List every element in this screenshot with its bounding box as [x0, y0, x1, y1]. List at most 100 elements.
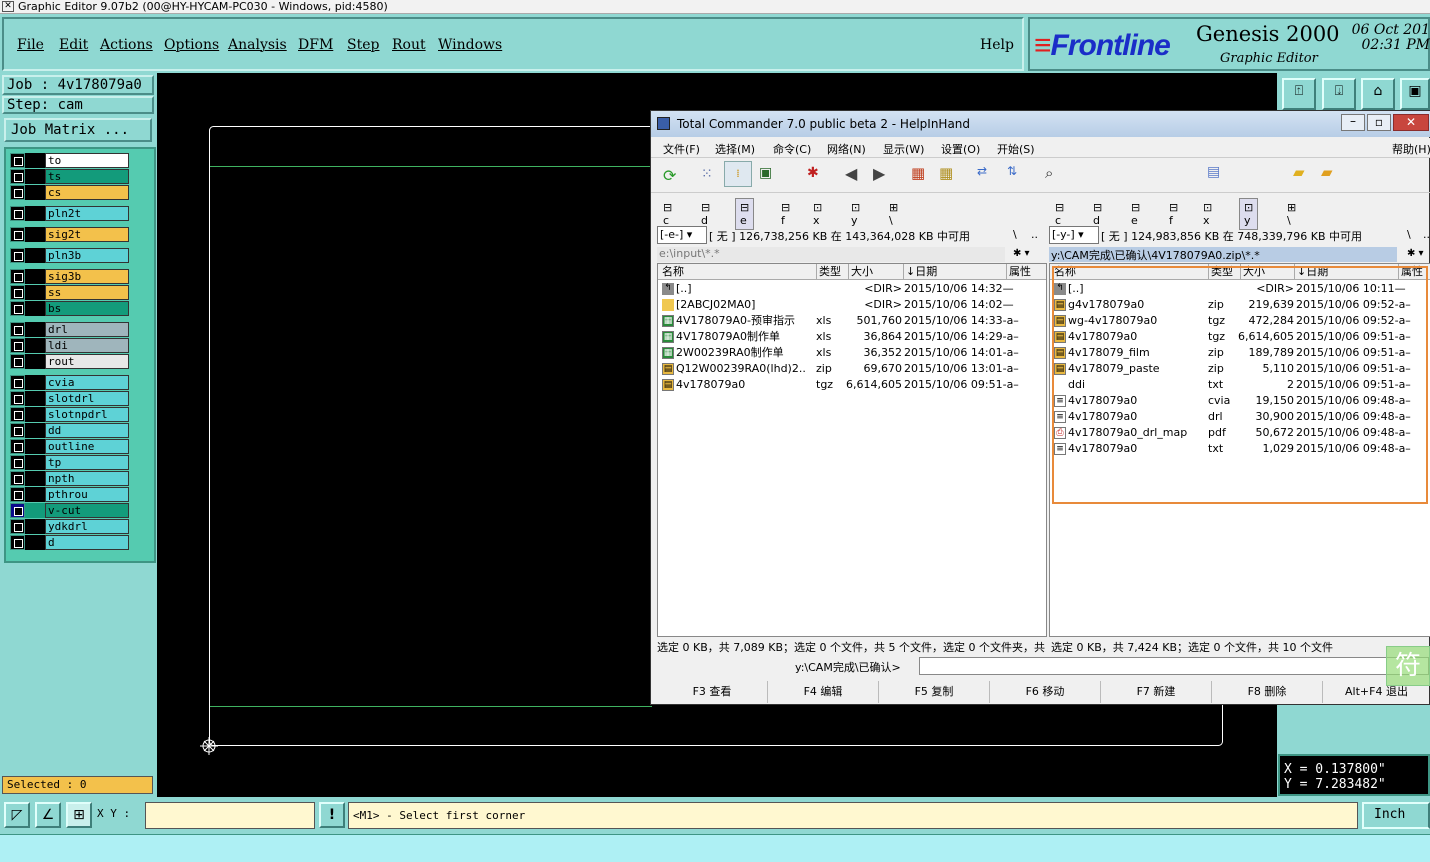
- f8-delete-button[interactable]: F8 删除: [1212, 681, 1323, 703]
- file-row[interactable]: ⎙ 4v178079a0_drl_map pdf 50,672 2015/10/06 0…: [1050, 425, 1430, 441]
- layer-row[interactable]: cvia: [10, 375, 129, 390]
- menu-analysis[interactable]: Analysis: [228, 37, 287, 53]
- layer-affected-toggle[interactable]: [25, 227, 45, 242]
- drive-c-right[interactable]: ⊟ c: [1055, 201, 1064, 227]
- layer-name[interactable]: ydkdrl: [45, 519, 129, 534]
- close-button[interactable]: ✕: [1393, 114, 1429, 131]
- layer-checkbox[interactable]: [10, 535, 25, 550]
- layer-name[interactable]: sig2t: [45, 227, 129, 242]
- right-drive-select[interactable]: [-y-] ▾: [1049, 226, 1099, 244]
- left-up-button[interactable]: ..: [1031, 228, 1038, 241]
- file-row[interactable]: ≡ 4v178079a0 drl 30,900 2015/10/06 09:48-a–: [1050, 409, 1430, 425]
- layer-affected-toggle[interactable]: [25, 455, 45, 470]
- forward-icon[interactable]: ▶: [873, 164, 885, 183]
- layer-name[interactable]: cs: [45, 185, 129, 200]
- layer-name[interactable]: sig3b: [45, 269, 129, 284]
- layer-checkbox[interactable]: [10, 471, 25, 486]
- f5-copy-button[interactable]: F5 复制: [879, 681, 990, 703]
- layer-name[interactable]: slotdrl: [45, 391, 129, 406]
- layer-checkbox[interactable]: [10, 338, 25, 353]
- left-file-pane[interactable]: 名称 类型 大小 ↓日期 属性 ↰ [..] <DIR> 2015/10/06 14:…: [657, 263, 1047, 637]
- file-row[interactable]: ▦ 4V178079A0制作单 xls 36,864 2015/10/06 14:29-…: [658, 329, 1046, 345]
- tc-menu-file[interactable]: 文件(F): [663, 141, 700, 157]
- layer-checkbox[interactable]: [10, 269, 25, 284]
- layer-checkbox[interactable]: [10, 206, 25, 221]
- col-size[interactable]: 大小: [848, 264, 873, 279]
- layer-affected-toggle[interactable]: [25, 153, 45, 168]
- file-row[interactable]: ▤ g4v178079a0 zip 219,639 2015/10/06 09:52-a…: [1050, 297, 1430, 313]
- file-row[interactable]: ▤ 4v178079a0 tgz 6,614,605 2015/10/06 09:51-…: [658, 377, 1046, 393]
- left-path[interactable]: e:\input\*.*: [657, 247, 1005, 262]
- file-row[interactable]: ▤ wg-4v178079a0 tgz 472,284 2015/10/06 09:52…: [1050, 313, 1430, 329]
- menu-options[interactable]: Options: [164, 37, 219, 53]
- f7-new-button[interactable]: F7 新建: [1101, 681, 1212, 703]
- menu-rout[interactable]: Rout: [392, 37, 426, 53]
- job-matrix-button[interactable]: Job Matrix ...: [4, 118, 152, 142]
- layer-affected-toggle[interactable]: [25, 519, 45, 534]
- col-type[interactable]: 类型: [816, 264, 841, 279]
- minimize-button[interactable]: –: [1341, 114, 1365, 131]
- file-row[interactable]: ▤ 4v178079_paste zip 5,110 2015/10/06 09:51-…: [1050, 361, 1430, 377]
- file-row[interactable]: ▦ 2W00239RA0制作单 xls 36,352 2015/10/06 14:01-…: [658, 345, 1046, 361]
- layer-checkbox[interactable]: [10, 407, 25, 422]
- thumbnail-icon[interactable]: ▣: [759, 165, 772, 181]
- layer-checkbox[interactable]: [10, 354, 25, 369]
- layer-affected-toggle[interactable]: [25, 503, 45, 518]
- tc-menu-command[interactable]: 命令(C): [773, 141, 811, 157]
- layer-affected-toggle[interactable]: [25, 471, 45, 486]
- alert-icon[interactable]: !: [319, 802, 345, 828]
- menu-file[interactable]: File: [17, 37, 44, 53]
- tc-menu-settings[interactable]: 设置(O): [941, 141, 980, 157]
- snap-icon[interactable]: ◸: [4, 802, 30, 828]
- notepad-icon[interactable]: ▤: [1207, 164, 1220, 180]
- layer-affected-toggle[interactable]: [25, 338, 45, 353]
- right-filter-icon[interactable]: ✱ ▾: [1407, 248, 1424, 259]
- col-attr[interactable]: 属性: [1398, 264, 1423, 279]
- layer-checkbox[interactable]: [10, 185, 25, 200]
- command-line-input[interactable]: [919, 657, 1429, 675]
- layer-name[interactable]: bs: [45, 301, 129, 316]
- layer-checkbox[interactable]: [10, 375, 25, 390]
- ime-badge[interactable]: 符: [1386, 646, 1430, 686]
- layer-row[interactable]: ydkdrl: [10, 519, 129, 534]
- col-attr[interactable]: 属性: [1006, 264, 1031, 279]
- menu-edit[interactable]: Edit: [59, 37, 88, 53]
- drive-c-left[interactable]: ⊟ c: [663, 201, 672, 227]
- total-commander-window[interactable]: Total Commander 7.0 public beta 2 - Help…: [650, 110, 1430, 705]
- search-icon[interactable]: ⌕: [1045, 164, 1053, 182]
- left-root-button[interactable]: \: [1013, 228, 1017, 241]
- full-view-icon[interactable]: ⁞: [724, 161, 752, 187]
- layer-affected-toggle[interactable]: [25, 535, 45, 550]
- layer-checkbox[interactable]: [10, 423, 25, 438]
- layer-affected-toggle[interactable]: [25, 169, 45, 184]
- layer-checkbox[interactable]: [10, 169, 25, 184]
- col-date[interactable]: ↓日期: [903, 264, 937, 279]
- col-size[interactable]: 大小: [1240, 264, 1265, 279]
- left-filter-icon[interactable]: ✱ ▾: [1013, 248, 1030, 259]
- home-icon[interactable]: ⌂: [1361, 78, 1395, 110]
- layer-row[interactable]: slotdrl: [10, 391, 129, 406]
- layer-checkbox[interactable]: [10, 227, 25, 242]
- layer-row[interactable]: pln2t: [10, 206, 129, 221]
- file-row[interactable]: ≡ 4v178079a0 cvia 19,150 2015/10/06 09:48-a–: [1050, 393, 1430, 409]
- right-path[interactable]: y:\CAM完成\已确认\4V178079A0.zip\*.*: [1049, 247, 1397, 262]
- tc-menu-start[interactable]: 开始(S): [997, 141, 1035, 157]
- drive-e-left[interactable]: ⊟ e: [735, 198, 755, 230]
- angle-icon[interactable]: ∠: [35, 802, 61, 828]
- drive-y-right[interactable]: ⊡ y: [1239, 198, 1259, 230]
- layer-name[interactable]: pln2t: [45, 206, 129, 221]
- layer-row[interactable]: pln3b: [10, 248, 129, 263]
- menu-step[interactable]: Step: [347, 37, 379, 53]
- check-in-icon[interactable]: ⍗: [1322, 78, 1356, 110]
- layer-row[interactable]: ss: [10, 285, 129, 300]
- unpack-icon[interactable]: ▦: [939, 164, 953, 182]
- drive-f-left[interactable]: ⊟ f: [781, 201, 790, 227]
- drive-network-right[interactable]: ⊞ \: [1287, 201, 1296, 227]
- folder-icon[interactable]: ▰: [1293, 163, 1305, 181]
- layer-name[interactable]: tp: [45, 455, 129, 470]
- layer-name[interactable]: ldi: [45, 338, 129, 353]
- layer-affected-toggle[interactable]: [25, 423, 45, 438]
- invert-selection-icon[interactable]: ✱: [807, 165, 819, 181]
- layer-affected-toggle[interactable]: [25, 439, 45, 454]
- layer-affected-toggle[interactable]: [25, 487, 45, 502]
